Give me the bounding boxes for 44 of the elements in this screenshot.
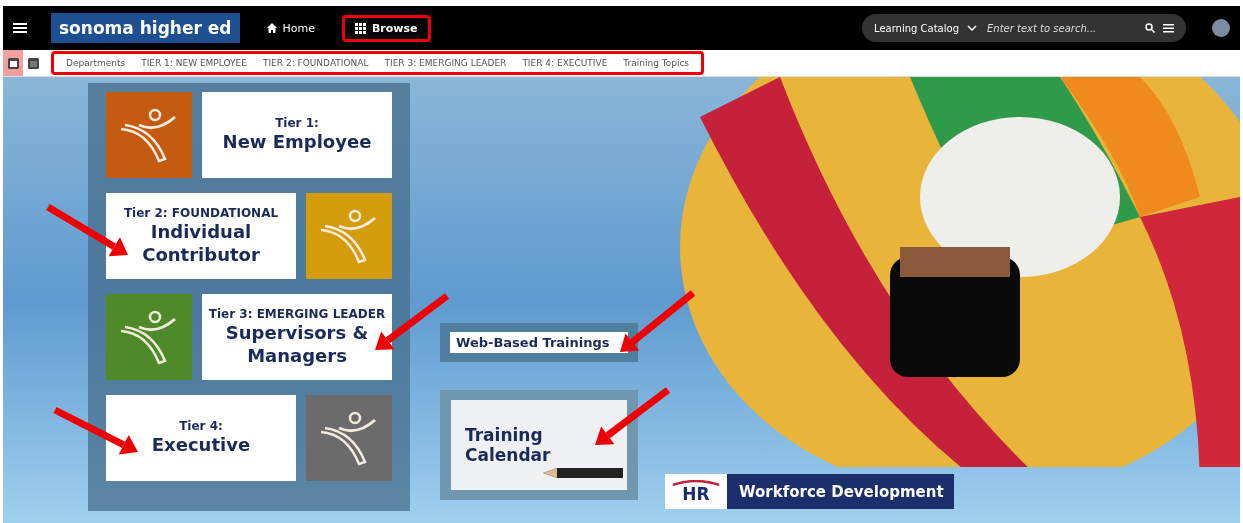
category-tab[interactable]: Training Topics	[615, 58, 698, 68]
category-tab[interactable]: Departments	[58, 58, 134, 68]
tier-tile[interactable]	[306, 193, 392, 279]
filter-sliders-icon[interactable]	[1163, 23, 1174, 33]
book-icon	[27, 57, 39, 69]
tier-title: New Employee	[222, 130, 372, 154]
catalog-selector[interactable]: Learning Catalog	[874, 22, 959, 34]
tier-card[interactable]: Tier 3: EMERGING LEADER Supervisors & Managers	[202, 294, 392, 380]
category-tab[interactable]: TIER 2: FOUNDATIONAL	[254, 58, 377, 68]
grid-icon	[355, 22, 366, 34]
search-icon[interactable]	[1145, 23, 1155, 33]
calendar-tile[interactable]: Training Calendar	[440, 390, 638, 500]
calendar-view-button[interactable]	[3, 50, 23, 76]
web-trainings-tile[interactable]: Web-Based Trainings	[440, 323, 638, 362]
tier-label: Tier 1:	[275, 116, 319, 131]
tier-card[interactable]: Tier 2: FOUNDATIONAL Individual Contributor	[106, 193, 296, 279]
search-input[interactable]: Enter text to search...	[985, 21, 1137, 35]
tier-title: Supervisors & Managers	[224, 320, 370, 368]
site-logo[interactable]: sonoma higher ed	[51, 13, 240, 43]
menu-icon[interactable]	[13, 22, 27, 34]
workforce-development-banner: Workforce Development	[727, 474, 954, 509]
tier-tile[interactable]	[106, 92, 192, 178]
web-trainings-label: Web-Based Trainings	[450, 332, 628, 353]
tier-label: Tier 4:	[179, 419, 223, 434]
tier-tile[interactable]	[106, 294, 192, 380]
tier-card[interactable]: Tier 1: New Employee	[202, 92, 392, 178]
tier-card[interactable]: Tier 4: Executive	[106, 395, 296, 481]
category-tab[interactable]: TIER 3: EMERGING LEADER	[376, 58, 515, 68]
tier-label: Tier 2: FOUNDATIONAL	[123, 205, 279, 220]
nav-link[interactable]: Home	[253, 14, 328, 42]
user-avatar[interactable]	[1212, 19, 1230, 37]
tier-title: Individual Contributor	[141, 219, 261, 267]
chevron-down-icon[interactable]	[967, 25, 977, 31]
tier-title: Executive	[151, 433, 251, 457]
tier-tile[interactable]	[306, 395, 392, 481]
home-icon	[266, 23, 277, 33]
calendar-label: Training Calendar	[465, 424, 552, 466]
pencil-icon	[543, 466, 623, 480]
tier-label: Tier 3: EMERGING LEADER	[208, 306, 386, 321]
nav-link[interactable]: Browse	[342, 14, 431, 42]
category-tab[interactable]: TIER 1: NEW EMPLOYEE	[133, 58, 255, 68]
calendar-icon	[7, 57, 19, 69]
category-tab[interactable]: TIER 4: EXECUTIVE	[514, 58, 616, 68]
hr-logo: HR	[665, 474, 727, 509]
